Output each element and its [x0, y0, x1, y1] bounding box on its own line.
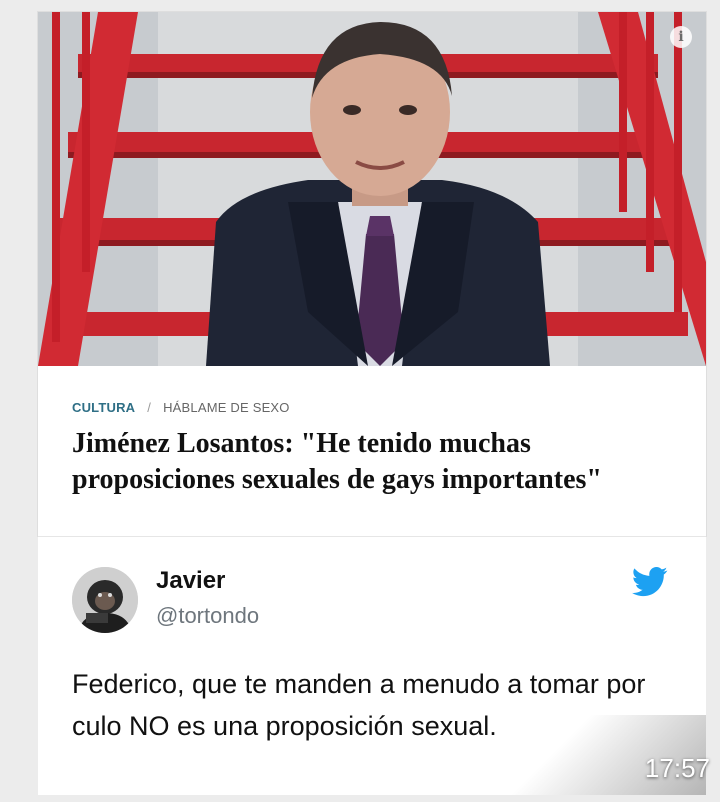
breadcrumb-separator: / — [147, 400, 152, 415]
twitter-bird-icon — [632, 567, 668, 597]
article-headline[interactable]: Jiménez Losantos: "He tenido muchas prop… — [72, 426, 682, 498]
tweet-author-handle[interactable]: @tortondo — [156, 603, 259, 629]
tweet-author-name[interactable]: Javier — [156, 567, 225, 595]
chimpanzee-avatar-image — [72, 567, 138, 633]
article-breadcrumb: CULTURA / HÁBLAME DE SEXO — [72, 400, 290, 415]
video-timestamp: 17:57 — [644, 753, 710, 783]
news-article-card[interactable]: i CULTURA / HÁBLAME DE SEXO Jiménez Losant… — [38, 12, 706, 536]
subcategory-link[interactable]: HÁBLAME DE SEXO — [163, 400, 290, 415]
category-link[interactable]: CULTURA — [72, 400, 135, 415]
avatar[interactable] — [72, 567, 138, 633]
article-photo: i — [38, 12, 706, 366]
tweet-card[interactable]: Javier @tortondo Federico, que te manden… — [38, 536, 706, 795]
photo-illustration — [38, 12, 706, 366]
info-icon[interactable]: i — [670, 26, 692, 48]
screenshot-frame: i CULTURA / HÁBLAME DE SEXO Jiménez Losant… — [0, 0, 720, 802]
